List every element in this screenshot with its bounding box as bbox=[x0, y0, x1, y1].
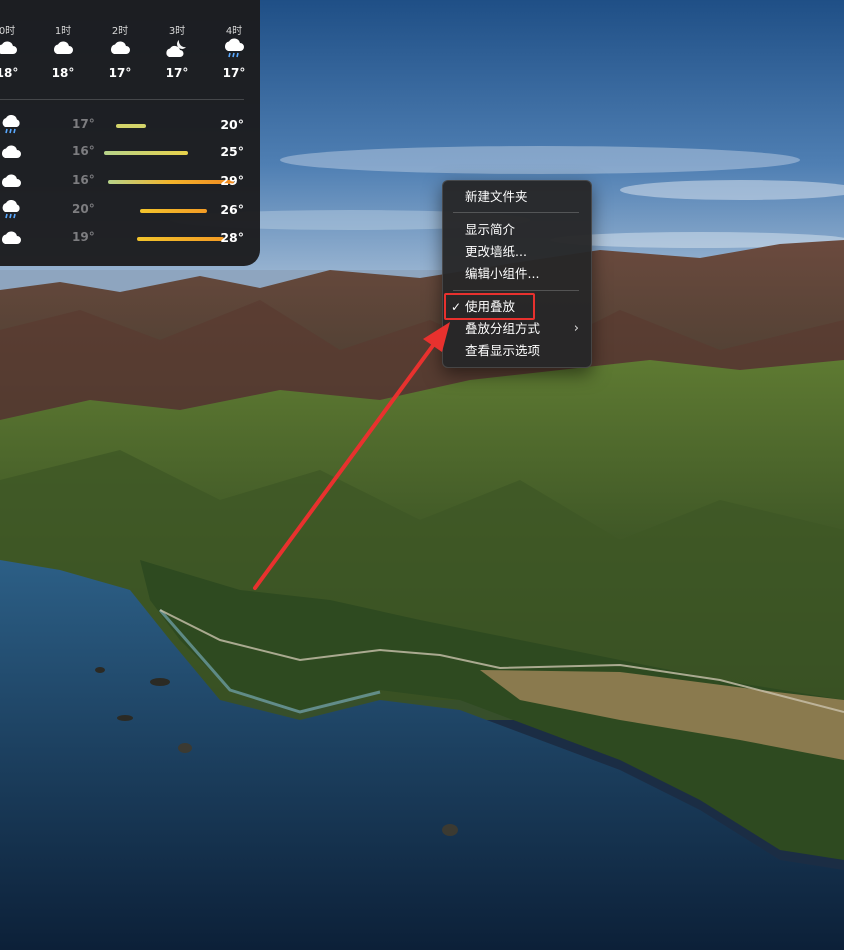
high-temp: 26° bbox=[220, 202, 244, 217]
daily-forecast-row: 19° 28° bbox=[0, 228, 244, 248]
hour-label: 1时 bbox=[54, 26, 72, 37]
low-temp: 17° bbox=[72, 117, 95, 131]
temp-range-bar bbox=[137, 237, 224, 241]
temp-range-bar bbox=[116, 124, 146, 128]
hour-temp: 17° bbox=[108, 66, 132, 80]
hour-temp: 17° bbox=[222, 66, 246, 80]
cloud-icon bbox=[0, 38, 29, 64]
cloud-icon bbox=[41, 38, 85, 64]
menu-item-group-stacks-by[interactable]: 叠放分组方式 › bbox=[443, 318, 591, 340]
daily-forecast-row: 16° 25° bbox=[0, 142, 244, 162]
menu-item-get-info[interactable]: 显示简介 bbox=[443, 219, 591, 241]
hourly-forecast-4: 4时 17° bbox=[212, 22, 256, 80]
cloud-rain-icon bbox=[212, 38, 256, 64]
temp-range-bar bbox=[140, 209, 207, 213]
menu-item-label: 编辑小组件... bbox=[465, 266, 540, 281]
menu-item-label: 新建文件夹 bbox=[465, 189, 528, 204]
cloud-icon bbox=[0, 228, 22, 252]
desktop-context-menu: 新建文件夹 显示简介 更改墙纸... 编辑小组件... ✓ 使用叠放 叠放分组方… bbox=[442, 180, 592, 368]
high-temp: 28° bbox=[220, 230, 244, 245]
divider bbox=[0, 99, 244, 100]
menu-item-label: 查看显示选项 bbox=[465, 343, 541, 358]
menu-item-edit-widgets[interactable]: 编辑小组件... bbox=[443, 263, 591, 285]
cloud-icon bbox=[98, 38, 142, 64]
hour-label: 4时 bbox=[225, 26, 243, 37]
hour-temp: 17° bbox=[165, 66, 189, 80]
menu-item-label: 更改墙纸... bbox=[465, 244, 527, 259]
hourly-forecast-0: 0时 18° bbox=[0, 22, 29, 80]
menu-item-label: 显示简介 bbox=[465, 222, 516, 237]
hour-label: 0时 bbox=[0, 26, 16, 37]
low-temp: 16° bbox=[72, 144, 95, 158]
low-temp: 16° bbox=[72, 173, 95, 187]
menu-separator bbox=[453, 290, 579, 291]
daily-forecast-row: 16° 29° bbox=[0, 171, 244, 191]
cloud-rain-icon bbox=[0, 115, 22, 141]
temp-range-bar bbox=[108, 180, 234, 184]
hour-label: 3时 bbox=[168, 26, 186, 37]
menu-item-label: 叠放分组方式 bbox=[465, 321, 541, 336]
cloud-icon bbox=[0, 142, 22, 166]
hourly-forecast-2: 2时 17° bbox=[98, 22, 142, 80]
high-temp: 25° bbox=[220, 144, 244, 159]
high-temp: 20° bbox=[220, 117, 244, 132]
hour-temp: 18° bbox=[0, 66, 19, 80]
hour-label: 2时 bbox=[111, 26, 129, 37]
chevron-right-icon: › bbox=[573, 321, 579, 336]
high-temp: 29° bbox=[220, 173, 244, 188]
cloud-icon bbox=[0, 171, 22, 195]
menu-item-new-folder[interactable]: 新建文件夹 bbox=[443, 186, 591, 208]
low-temp: 19° bbox=[72, 230, 95, 244]
daily-forecast-row: 20° 26° bbox=[0, 200, 244, 220]
temp-range-bar bbox=[104, 151, 188, 155]
low-temp: 20° bbox=[72, 202, 95, 216]
menu-item-show-view-options[interactable]: 查看显示选项 bbox=[443, 340, 591, 362]
menu-separator bbox=[453, 212, 579, 213]
daily-forecast-row: 17° 20° bbox=[0, 115, 244, 135]
menu-item-change-wallpaper[interactable]: 更改墙纸... bbox=[443, 241, 591, 263]
hourly-forecast-3: 3时 17° bbox=[155, 22, 199, 80]
weather-widget[interactable]: 0时 18° 1时 18° 2时 17° 3时 17° 4时 17° bbox=[0, 0, 260, 266]
annotation-highlight-box bbox=[444, 293, 535, 320]
hourly-forecast-1: 1时 18° bbox=[41, 22, 85, 80]
hour-temp: 18° bbox=[51, 66, 75, 80]
cloud-moon-icon bbox=[155, 38, 199, 64]
cloud-rain-icon bbox=[0, 200, 22, 226]
